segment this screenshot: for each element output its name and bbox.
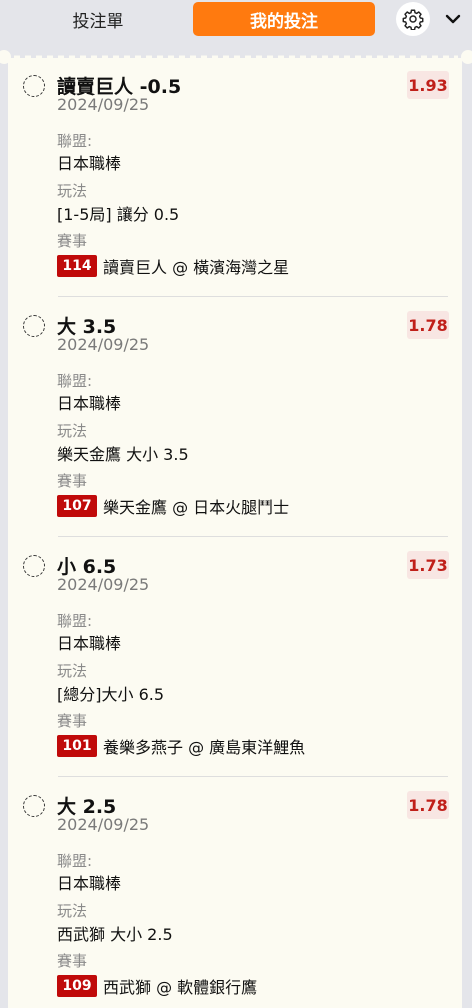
bet-date: 2024/09/25: [57, 95, 150, 114]
market-label: 玩法: [57, 662, 88, 680]
bet-select-radio[interactable]: [23, 795, 45, 817]
market-value: [1-5局] 讓分 0.5: [57, 205, 180, 224]
odds-badge: 1.73: [407, 551, 449, 579]
league-label: 聯盟:: [57, 612, 93, 630]
event-label: 賽事: [57, 472, 88, 490]
event-label: 賽事: [57, 712, 88, 730]
event-label: 賽事: [57, 232, 88, 250]
event-label: 賽事: [57, 952, 88, 970]
settings-button[interactable]: [396, 2, 430, 36]
bet-date: 2024/09/25: [57, 335, 150, 354]
tab-betslip[interactable]: 投注單: [28, 3, 168, 35]
odds-badge: 1.93: [407, 71, 449, 99]
market-label: 玩法: [57, 422, 88, 440]
match-name: 讀賣巨人 @ 橫濱海灣之星: [103, 258, 290, 277]
market-label: 玩法: [57, 182, 88, 200]
market-value: 西武獅 大小 2.5: [57, 925, 173, 944]
league-label: 聯盟:: [57, 132, 93, 150]
league-label: 聯盟:: [57, 372, 93, 390]
my-bets-panel: 讀賣巨人 -0.5 2024/09/25 1.93 聯盟: 日本職棒 玩法 [1…: [8, 58, 462, 1008]
tab-my-bets[interactable]: 我的投注: [193, 2, 375, 36]
match-name: 養樂多燕子 @ 廣島東洋鯉魚: [103, 738, 306, 757]
match-number-badge: 101: [57, 735, 97, 757]
gear-icon: [402, 9, 424, 30]
market-label: 玩法: [57, 902, 88, 920]
match-number-badge: 114: [57, 255, 97, 277]
league-value: 日本職棒: [57, 394, 122, 413]
divider: [58, 296, 448, 297]
market-value: 樂天金鷹 大小 3.5: [57, 445, 189, 464]
bet-select-radio[interactable]: [23, 315, 45, 337]
divider: [58, 776, 448, 777]
league-value: 日本職棒: [57, 154, 122, 173]
league-value: 日本職棒: [57, 874, 122, 893]
divider: [58, 536, 448, 537]
match-row: 109 西武獅 @ 軟體銀行鷹: [57, 974, 257, 998]
top-bar: 投注單 我的投注: [0, 0, 472, 46]
match-number-badge: 107: [57, 495, 97, 517]
match-row: 114 讀賣巨人 @ 橫濱海灣之星: [57, 254, 289, 278]
odds-badge: 1.78: [407, 791, 449, 819]
match-number-badge: 109: [57, 975, 97, 997]
chevron-down-icon: [445, 14, 461, 24]
collapse-button[interactable]: [440, 6, 466, 32]
match-row: 101 養樂多燕子 @ 廣島東洋鯉魚: [57, 734, 305, 758]
league-label: 聯盟:: [57, 852, 93, 870]
bet-date: 2024/09/25: [57, 815, 150, 834]
match-name: 西武獅 @ 軟體銀行鷹: [103, 978, 258, 997]
odds-badge: 1.78: [407, 311, 449, 339]
match-name: 樂天金鷹 @ 日本火腿鬥士: [103, 498, 290, 517]
market-value: [總分]大小 6.5: [57, 685, 165, 704]
bet-date: 2024/09/25: [57, 575, 150, 594]
match-row: 107 樂天金鷹 @ 日本火腿鬥士: [57, 494, 289, 518]
bet-select-radio[interactable]: [23, 75, 45, 97]
bet-select-radio[interactable]: [23, 555, 45, 577]
league-value: 日本職棒: [57, 634, 122, 653]
